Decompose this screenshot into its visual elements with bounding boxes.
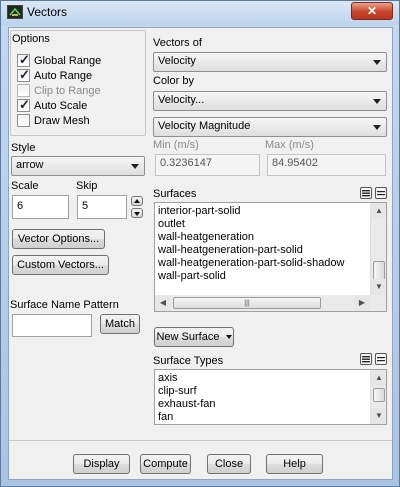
draw-mesh-checkbox[interactable]: [17, 114, 30, 127]
help-button[interactable]: Help: [266, 454, 323, 474]
list-item[interactable]: wall-heatgeneration-part-solid-shadow: [155, 257, 370, 270]
color-by-quantity-value: Velocity Magnitude: [158, 120, 251, 132]
close-button[interactable]: Close: [207, 454, 251, 474]
color-by-label: Color by: [153, 75, 194, 87]
scroll-thumb[interactable]: |||: [173, 297, 321, 309]
custom-vectors-button[interactable]: Custom Vectors...: [12, 255, 109, 275]
surface-types-vertical-scrollbar[interactable]: ▲ ▼: [370, 370, 386, 424]
list-item[interactable]: wall-part-solid: [155, 270, 370, 283]
select-all-surfaces-button[interactable]: [360, 187, 372, 199]
vectors-of-value: Velocity: [158, 55, 196, 67]
deselect-all-icon: [377, 191, 385, 196]
match-button[interactable]: Match: [100, 314, 140, 334]
window-title: Vectors: [27, 5, 68, 19]
style-label: Style: [11, 142, 36, 154]
select-all-icon: [362, 190, 370, 197]
app-icon: [7, 5, 23, 19]
clip-to-range-checkbox[interactable]: [17, 84, 30, 97]
clip-to-range-label: Clip to Range: [34, 85, 101, 97]
footer-separator: [9, 440, 392, 441]
min-value-field[interactable]: 0.3236147: [155, 154, 260, 176]
color-by-quantity-dropdown[interactable]: Velocity Magnitude: [153, 117, 387, 137]
new-surface-label: New Surface: [156, 331, 220, 343]
chevron-down-icon: [225, 335, 232, 340]
skip-increment-button[interactable]: [131, 196, 143, 206]
surface-types-label: Surface Types: [153, 355, 224, 367]
vector-options-button[interactable]: Vector Options...: [12, 229, 105, 249]
list-item[interactable]: outlet: [155, 218, 370, 231]
surfaces-vertical-scrollbar[interactable]: ▲ ▼: [370, 203, 386, 295]
skip-decrement-button[interactable]: [131, 208, 143, 218]
draw-mesh-label: Draw Mesh: [34, 115, 90, 127]
scroll-down-icon[interactable]: ▼: [371, 279, 386, 295]
deselect-all-surface-types-button[interactable]: [375, 353, 387, 365]
surface-types-list[interactable]: axis clip-surf exhaust-fan fan ▲ ▼: [154, 369, 387, 425]
chevron-down-icon: [373, 60, 381, 65]
deselect-all-icon: [377, 357, 385, 362]
scroll-thumb[interactable]: [373, 388, 385, 402]
compute-button[interactable]: Compute: [140, 454, 191, 474]
select-all-icon: [362, 356, 370, 363]
select-all-surface-types-button[interactable]: [360, 353, 372, 365]
surfaces-label: Surfaces: [153, 188, 197, 200]
list-item[interactable]: wall-heatgeneration: [155, 231, 370, 244]
auto-scale-label: Auto Scale: [34, 100, 88, 112]
list-item[interactable]: interior-part-solid: [155, 205, 370, 218]
scroll-down-icon[interactable]: ▼: [371, 408, 386, 424]
vectors-dialog: Vectors ✕ Options Global Range Auto Rang…: [0, 0, 400, 487]
skip-input[interactable]: 5: [77, 195, 127, 219]
surfaces-list[interactable]: interior-part-solid outlet wall-heatgene…: [154, 202, 387, 312]
list-item[interactable]: fan: [155, 411, 370, 424]
list-item[interactable]: clip-surf: [155, 385, 370, 398]
style-value: arrow: [16, 159, 44, 171]
surface-name-pattern-label: Surface Name Pattern: [10, 299, 119, 311]
global-range-checkbox[interactable]: [17, 52, 30, 68]
surface-name-pattern-input[interactable]: [12, 314, 92, 337]
scroll-right-icon[interactable]: ▶: [354, 295, 370, 311]
list-item[interactable]: axis: [155, 372, 370, 385]
max-value-field[interactable]: 84.95402: [267, 154, 386, 176]
options-label: Options: [12, 33, 50, 45]
scale-input[interactable]: 6: [12, 195, 69, 219]
chevron-down-icon: [131, 164, 139, 169]
list-item[interactable]: wall-heatgeneration-part-solid: [155, 244, 370, 257]
style-dropdown[interactable]: arrow: [11, 156, 145, 176]
auto-range-label: Auto Range: [34, 70, 93, 82]
list-item[interactable]: exhaust-fan: [155, 398, 370, 411]
color-by-category-dropdown[interactable]: Velocity...: [153, 91, 387, 111]
close-window-button[interactable]: ✕: [351, 2, 393, 20]
deselect-all-surfaces-button[interactable]: [375, 187, 387, 199]
dialog-body: Options Global Range Auto Range Clip to …: [8, 27, 393, 480]
vectors-of-dropdown[interactable]: Velocity: [153, 52, 387, 72]
new-surface-button[interactable]: New Surface: [154, 327, 234, 347]
close-icon: ✕: [366, 4, 378, 18]
scale-label: Scale: [11, 180, 39, 192]
auto-range-checkbox[interactable]: [17, 67, 30, 83]
display-button[interactable]: Display: [73, 454, 130, 474]
min-label: Min (m/s): [153, 139, 199, 151]
max-label: Max (m/s): [265, 139, 314, 151]
color-by-category-value: Velocity...: [158, 94, 205, 106]
chevron-down-icon: [373, 125, 381, 130]
skip-label: Skip: [76, 180, 98, 192]
vectors-of-label: Vectors of: [153, 37, 202, 49]
scroll-up-icon[interactable]: ▲: [371, 203, 386, 219]
scroll-left-icon[interactable]: ◀: [155, 295, 171, 311]
scroll-up-icon[interactable]: ▲: [371, 370, 386, 386]
global-range-label: Global Range: [34, 55, 102, 67]
surfaces-horizontal-scrollbar[interactable]: ◀ ||| ▶: [155, 295, 386, 311]
auto-scale-checkbox[interactable]: [17, 97, 30, 113]
title-bar[interactable]: Vectors ✕: [1, 1, 399, 25]
chevron-down-icon: [373, 99, 381, 104]
